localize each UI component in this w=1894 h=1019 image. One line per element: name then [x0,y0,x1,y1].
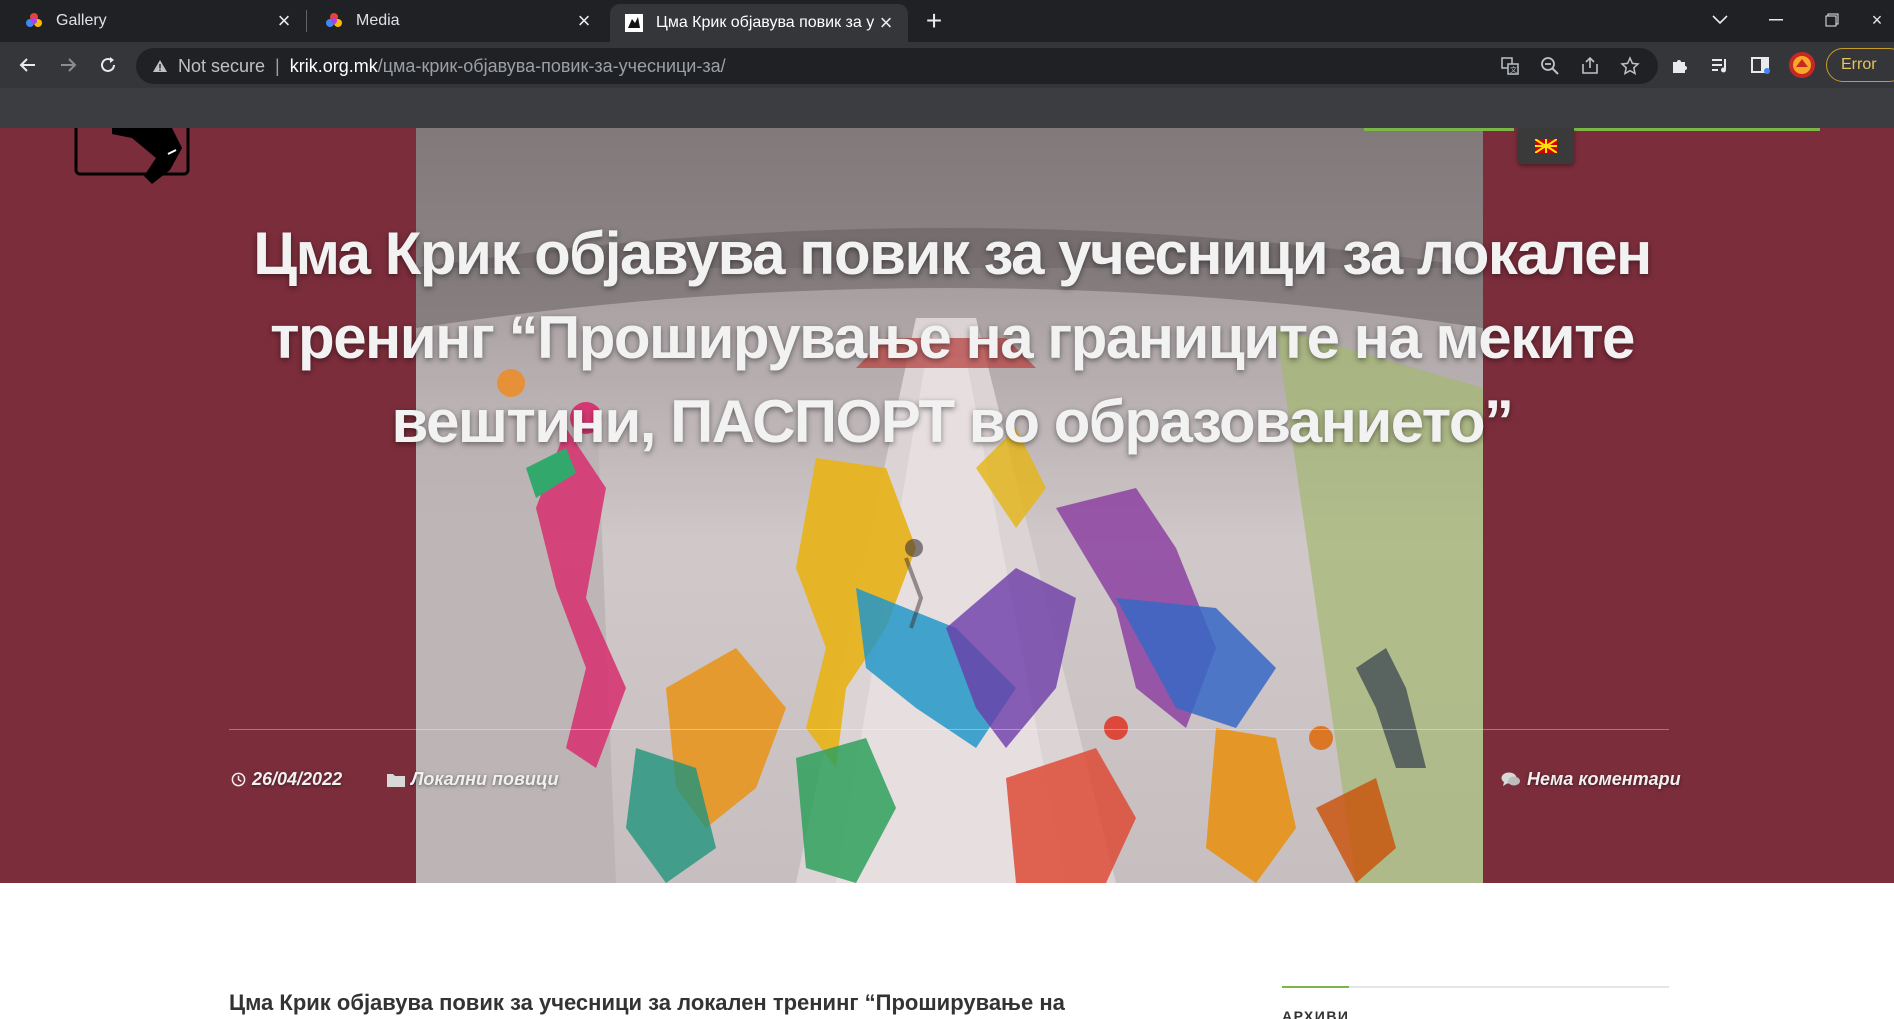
tab-strip: Gallery × Media × Цма Крик објавува пови… [0,0,1894,42]
tab-title: Media [356,12,400,29]
post-category-link[interactable]: Локални повици [411,769,558,790]
url-host: krik.org.mk [289,55,378,76]
minimize-icon[interactable] [1748,0,1804,40]
krik-site-icon [624,13,644,33]
warning-triangle-icon[interactable] [150,59,170,73]
post-category[interactable]: Локални повици [386,769,558,790]
clock-icon [229,771,247,789]
forward-arrow-icon[interactable] [50,47,86,83]
post-date[interactable]: 26/04/2022 [229,769,342,790]
tab-gallery[interactable]: Gallery × [0,0,307,42]
close-tab-icon[interactable]: × [874,10,898,35]
tab-active-article[interactable]: Цма Крик објавува повик за учесници за × [610,4,908,42]
bookmark-star-icon[interactable] [1618,54,1642,78]
browser-toolbar: Not secure | krik.org.mk /цма-крик-објав… [0,42,1894,88]
close-tab-icon[interactable]: × [272,8,296,33]
profile-avatar-icon[interactable] [1788,51,1816,79]
media-queue-icon[interactable] [1708,53,1732,77]
tab-search-chevron-icon[interactable] [1692,0,1748,40]
profile-error-label: Error [1841,56,1877,73]
post-date-text[interactable]: 26/04/2022 [252,769,342,790]
tab-media[interactable]: Media × [300,0,606,42]
macedonian-flag-icon[interactable] [1518,128,1574,164]
url-path: /цма-крик-објавува-повик-за-учесници-за/ [377,55,726,76]
web-page: Цма Крик објавува повик за учесници за л… [0,128,1894,1019]
site-logo[interactable] [72,128,192,186]
post-comments-link[interactable]: Нема коментари [1527,769,1681,790]
extensions-puzzle-icon[interactable] [1668,53,1692,77]
tab-title: Gallery [56,12,107,29]
tab-title: Цма Крик објавува повик за учесници за [656,14,874,31]
share-icon[interactable] [1578,54,1602,78]
zoom-out-icon[interactable] [1538,54,1562,78]
site-top-bar [0,88,1894,128]
post-lead-text: Цма Крик објавува повик за учесници за л… [229,990,1065,1015]
side-panel-icon[interactable] [1748,53,1772,77]
restore-icon[interactable] [1804,0,1860,40]
comments-icon [1500,771,1522,789]
post-comments[interactable]: Нема коментари [1500,769,1681,790]
folder-icon [386,771,406,789]
colorful-flower-icon [24,11,44,31]
post-title: Цма Крик објавува повик за учесници за л… [253,220,1652,455]
security-status[interactable]: Not secure [178,56,265,77]
new-tab-button[interactable]: + [918,6,950,38]
sidebar-archives-heading: АРХИВИ [1282,1008,1350,1019]
reload-icon[interactable] [90,47,126,83]
translate-icon[interactable]: 文 [1498,54,1522,78]
profile-error-button[interactable]: Error [1826,48,1894,82]
post-hero: Цма Крик објавува повик за учесници за л… [0,128,1894,883]
back-arrow-icon[interactable] [10,47,46,83]
close-tab-icon[interactable]: × [572,8,596,33]
svg-text:文: 文 [1510,65,1517,74]
colorful-flower-icon [324,11,344,31]
close-window-icon[interactable]: × [1860,0,1894,40]
hero-divider [229,729,1669,730]
address-bar[interactable]: Not secure | krik.org.mk /цма-крик-објав… [136,48,1658,84]
